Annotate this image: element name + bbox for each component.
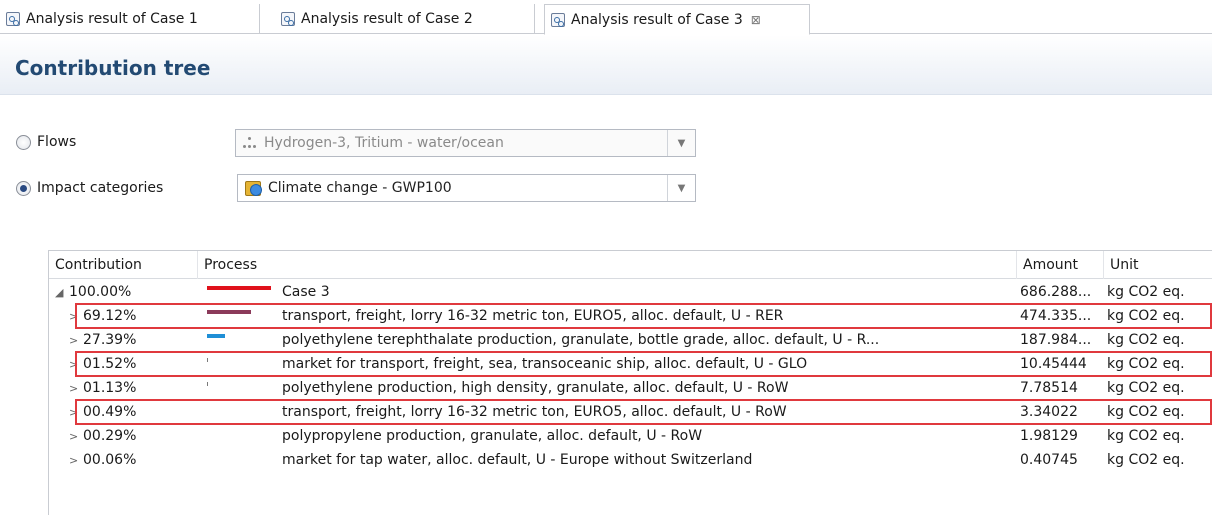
amount-cell: 686.288...: [1020, 284, 1092, 300]
process-cell: transport, freight, lorry 16-32 metric t…: [282, 308, 784, 324]
column-header-unit[interactable]: Unit: [1104, 251, 1212, 279]
unit-cell: kg CO2 eq.: [1107, 284, 1185, 300]
section-header: Contribution tree: [0, 35, 1212, 95]
contribution-cell: >00.49%: [69, 400, 198, 424]
flows-option[interactable]: Flows: [16, 130, 76, 154]
collapse-icon[interactable]: ◢: [55, 286, 69, 299]
expand-icon[interactable]: >: [69, 430, 83, 443]
analysis-icon: [551, 12, 565, 27]
table-row[interactable]: >00.06% market for tap water, alloc. defa…: [49, 448, 1212, 472]
column-header-contribution[interactable]: Contribution: [49, 251, 198, 279]
contribution-value: 01.52%: [83, 356, 137, 372]
contribution-tree-table: Contribution Process Amount Unit ◢ 100.00…: [48, 250, 1212, 515]
amount-cell: 0.40745: [1020, 452, 1078, 468]
table-row[interactable]: >27.39% polyethylene terephthalate produc…: [49, 328, 1212, 352]
contribution-value: 00.29%: [83, 428, 137, 444]
process-cell: market for tap water, alloc. default, U …: [282, 452, 753, 468]
contribution-value: 69.12%: [83, 308, 137, 324]
contribution-value: 00.49%: [83, 404, 137, 420]
unit-cell: kg CO2 eq.: [1107, 332, 1185, 348]
amount-cell: 1.98129: [1020, 428, 1078, 444]
table-row[interactable]: ◢ 100.00% Case 3 686.288... kg CO2 eq.: [49, 280, 1212, 304]
close-icon[interactable]: ⊠: [751, 13, 761, 27]
tab-case-2[interactable]: Analysis result of Case 2: [275, 4, 535, 34]
unit-cell: kg CO2 eq.: [1107, 428, 1185, 444]
expand-icon[interactable]: >: [69, 310, 83, 323]
amount-cell: 187.984...: [1020, 332, 1092, 348]
tab-case-3[interactable]: Analysis result of Case 3 ⊠: [544, 4, 810, 35]
unit-cell: kg CO2 eq.: [1107, 356, 1185, 372]
page-title: Contribution tree: [15, 56, 211, 80]
impact-categories-option[interactable]: Impact categories: [16, 176, 163, 200]
expand-icon[interactable]: >: [69, 406, 83, 419]
impact-category-select[interactable]: Climate change - GWP100 ▼: [237, 174, 696, 202]
chevron-down-icon[interactable]: ▼: [667, 175, 695, 201]
contribution-bar: [207, 286, 271, 290]
contribution-bar: [207, 334, 225, 338]
flow-icon: [242, 136, 258, 150]
impact-select-value: Climate change - GWP100: [268, 180, 452, 196]
expand-icon[interactable]: >: [69, 334, 83, 347]
amount-cell: 474.335...: [1020, 308, 1092, 324]
flows-radio[interactable]: [16, 134, 31, 150]
process-cell: polyethylene terephthalate production, g…: [282, 332, 880, 348]
process-cell: market for transport, freight, sea, tran…: [282, 356, 808, 372]
amount-cell: 3.34022: [1020, 404, 1078, 420]
tab-case-1[interactable]: Analysis result of Case 1: [0, 4, 260, 34]
table-row[interactable]: >01.52% market for transport, freight, se…: [49, 352, 1212, 376]
chevron-down-icon[interactable]: ▼: [667, 130, 695, 156]
contribution-cell: >01.13%: [69, 376, 198, 400]
contribution-bar: [207, 382, 208, 386]
tab-label: Analysis result of Case 3: [571, 11, 743, 28]
contribution-value: 27.39%: [83, 332, 137, 348]
expand-icon[interactable]: >: [69, 358, 83, 371]
column-header-process[interactable]: Process: [198, 251, 1017, 279]
table-header: Contribution Process Amount Unit: [49, 251, 1212, 279]
contribution-cell: >27.39%: [69, 328, 198, 352]
contribution-value: 00.06%: [83, 452, 137, 468]
amount-cell: 7.78514: [1020, 380, 1078, 396]
flow-select-value: Hydrogen-3, Tritium - water/ocean: [264, 135, 504, 151]
contribution-bar: [207, 358, 208, 362]
table-row[interactable]: >01.13% polyethylene production, high den…: [49, 376, 1212, 400]
analysis-icon: [281, 12, 295, 26]
table-row[interactable]: >69.12% transport, freight, lorry 16-32 m…: [49, 304, 1212, 328]
contribution-value: 01.13%: [83, 380, 137, 396]
process-cell: polypropylene production, granulate, all…: [282, 428, 703, 444]
impact-category-icon: [244, 180, 262, 196]
analysis-icon: [6, 12, 20, 26]
tab-label: Analysis result of Case 2: [301, 11, 473, 27]
process-cell: Case 3: [282, 284, 330, 300]
contribution-cell: >69.12%: [69, 304, 198, 328]
contribution-cell: >01.52%: [69, 352, 198, 376]
unit-cell: kg CO2 eq.: [1107, 308, 1185, 324]
expand-icon[interactable]: >: [69, 454, 83, 467]
process-cell: polyethylene production, high density, g…: [282, 380, 789, 396]
unit-cell: kg CO2 eq.: [1107, 380, 1185, 396]
flow-select[interactable]: Hydrogen-3, Tritium - water/ocean ▼: [235, 129, 696, 157]
contribution-cell: >00.29%: [69, 424, 198, 448]
editor-tab-bar: Analysis result of Case 1 Analysis resul…: [0, 0, 1212, 35]
contribution-cell: ◢ 100.00%: [55, 280, 198, 304]
table-row[interactable]: >00.29% polypropylene production, granula…: [49, 424, 1212, 448]
expand-icon[interactable]: >: [69, 382, 83, 395]
column-header-amount[interactable]: Amount: [1017, 251, 1104, 279]
contribution-bar: [207, 310, 251, 314]
unit-cell: kg CO2 eq.: [1107, 452, 1185, 468]
process-cell: transport, freight, lorry 16-32 metric t…: [282, 404, 787, 420]
amount-cell: 10.45444: [1020, 356, 1087, 372]
tab-label: Analysis result of Case 1: [26, 11, 198, 27]
impact-categories-radio[interactable]: [16, 180, 31, 196]
contribution-cell: >00.06%: [69, 448, 198, 472]
contribution-value: 100.00%: [69, 284, 132, 300]
flows-label: Flows: [37, 134, 77, 150]
unit-cell: kg CO2 eq.: [1107, 404, 1185, 420]
table-row[interactable]: >00.49% transport, freight, lorry 16-32 m…: [49, 400, 1212, 424]
impact-categories-label: Impact categories: [37, 180, 164, 196]
